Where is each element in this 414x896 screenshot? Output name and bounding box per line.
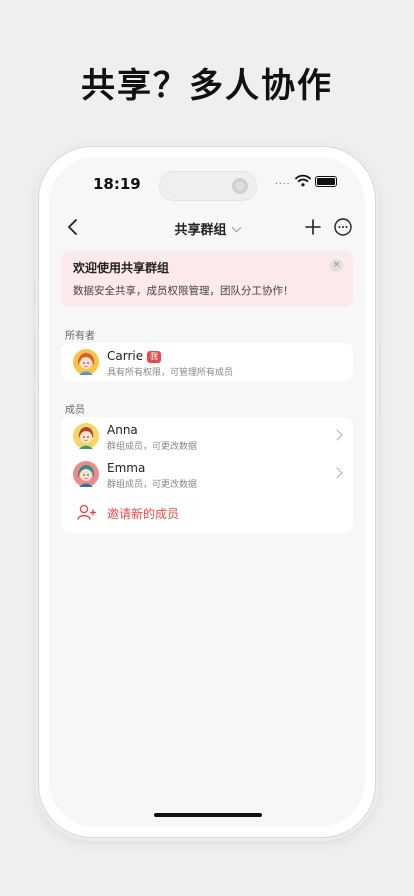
owner-name-line: Carrie 我 [107,349,162,363]
more-circle-icon[interactable] [333,217,353,237]
home-indicator [154,813,262,817]
status-time: 18:19 [93,175,141,193]
member-row-anna[interactable]: Anna 群组成员，可更改数据 [61,417,353,455]
plus-icon[interactable] [303,217,323,237]
invite-label: 邀请新的成员 [107,507,180,521]
status-bar: 18:19 .... [49,157,365,209]
welcome-banner: 欢迎使用共享群组 数据安全共享，成员权限管理，团队分工协作！ × [61,251,353,307]
member-role-text: 群组成员，可更改数据 [107,442,198,452]
add-user-icon [77,504,97,520]
members-section-label: 成员 [65,405,85,416]
banner-title: 欢迎使用共享群组 [73,261,170,275]
member-row-emma[interactable]: Emma 群组成员，可更改数据 [61,455,353,493]
owner-row[interactable]: Carrie 我 具有所有权限，可管理所有成员 [61,343,353,381]
members-card: Anna 群组成员，可更改数据 Emma 群组成员，可更改数据 邀请新的成员 [61,417,353,533]
app-screen: 18:19 .... 共享群组 欢迎使用共享群组 数据安全共享，成员权限管理，团… [49,157,365,827]
close-icon[interactable]: × [330,259,343,272]
page-title: 共享群组 [174,223,227,238]
owner-section-label: 所有者 [65,331,95,342]
member-role-text: 群组成员，可更改数据 [107,480,198,490]
dynamic-island [159,171,257,201]
chevron-right-icon [331,467,343,479]
chevron-right-icon [331,429,343,441]
member-name: Emma [107,461,146,475]
banner-text: 数据安全共享，成员权限管理，团队分工协作！ [73,285,294,297]
owner-card: Carrie 我 具有所有权限，可管理所有成员 [61,343,353,381]
phone-power-button [376,340,380,420]
chevron-down-icon [231,222,241,233]
avatar [73,349,99,375]
owner-permission-text: 具有所有权限，可管理所有成员 [107,368,234,378]
navigation-bar: 共享群组 [49,209,365,247]
marketing-headline: 共享？多人协作 [81,66,333,106]
camera-icon [232,178,248,194]
wifi-icon [295,174,311,187]
avatar [73,423,99,449]
signal-icon: .... [275,177,291,187]
owner-name: Carrie [107,349,144,363]
phone-frame: 18:19 .... 共享群组 欢迎使用共享群组 数据安全共享，成员权限管理，团… [38,146,376,838]
battery-icon [315,176,337,187]
avatar [73,461,99,487]
member-name: Anna [107,423,138,437]
me-badge: 我 [147,351,162,363]
invite-member-button[interactable]: 邀请新的成员 [61,493,353,531]
